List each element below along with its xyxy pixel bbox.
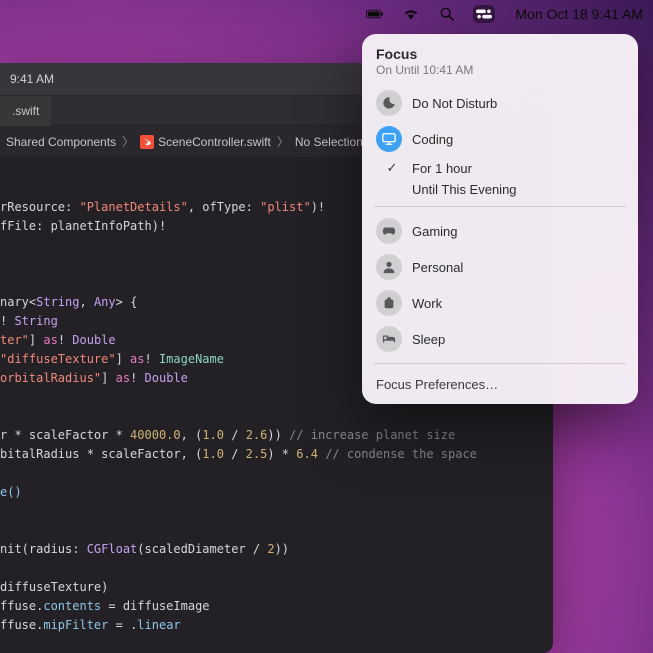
checkmark-icon: ✓ bbox=[382, 160, 402, 176]
wifi-icon[interactable] bbox=[401, 5, 421, 23]
focus-item-label: Sleep bbox=[412, 332, 445, 347]
focus-item-label: Do Not Disturb bbox=[412, 96, 497, 111]
focus-subtitle: On Until 10:41 AM bbox=[376, 63, 624, 77]
focus-duration-1hour[interactable]: ✓ For 1 hour bbox=[362, 157, 638, 179]
focus-item-label: Work bbox=[412, 296, 442, 311]
control-center-icon[interactable] bbox=[473, 5, 495, 23]
focus-item-coding[interactable]: Coding bbox=[362, 121, 638, 157]
menubar-clock[interactable]: Mon Oct 18 9:41 AM bbox=[515, 6, 643, 22]
crumb-file[interactable]: SceneController.swift bbox=[140, 135, 271, 149]
chevron-right-icon: 〉 bbox=[122, 133, 134, 150]
focus-preferences[interactable]: Focus Preferences… bbox=[362, 370, 638, 398]
person-icon bbox=[376, 254, 402, 280]
crumb-shared-components[interactable]: Shared Components bbox=[6, 135, 116, 149]
menubar: Mon Oct 18 9:41 AM bbox=[0, 0, 653, 28]
lanyard-icon bbox=[376, 290, 402, 316]
focus-item-dnd[interactable]: Do Not Disturb bbox=[362, 85, 638, 121]
focus-item-gaming[interactable]: Gaming bbox=[362, 213, 638, 249]
bed-icon bbox=[376, 326, 402, 352]
focus-item-label: Gaming bbox=[412, 224, 458, 239]
focus-item-label: Coding bbox=[412, 132, 453, 147]
crumb-selection[interactable]: No Selection bbox=[295, 135, 363, 149]
focus-item-sleep[interactable]: Sleep bbox=[362, 321, 638, 357]
focus-item-label: Personal bbox=[412, 260, 463, 275]
focus-header: Focus On Until 10:41 AM bbox=[362, 44, 638, 85]
focus-item-personal[interactable]: Personal bbox=[362, 249, 638, 285]
tab-swift[interactable]: .swift bbox=[0, 96, 51, 126]
focus-duration-label: Until This Evening bbox=[412, 182, 517, 197]
focus-item-work[interactable]: Work bbox=[362, 285, 638, 321]
swift-file-icon bbox=[140, 135, 154, 149]
gamecontroller-icon bbox=[376, 218, 402, 244]
search-icon[interactable] bbox=[437, 5, 457, 23]
focus-duration-label: For 1 hour bbox=[412, 161, 472, 176]
chevron-right-icon: 〉 bbox=[277, 133, 289, 150]
display-icon bbox=[376, 126, 402, 152]
battery-icon[interactable] bbox=[365, 5, 385, 23]
moon-icon bbox=[376, 90, 402, 116]
focus-panel: Focus On Until 10:41 AM Do Not Disturb C… bbox=[362, 34, 638, 404]
divider bbox=[374, 363, 626, 364]
focus-duration-evening[interactable]: Until This Evening bbox=[362, 179, 638, 200]
titlebar-time: 9:41 AM bbox=[10, 72, 54, 86]
divider bbox=[374, 206, 626, 207]
focus-title: Focus bbox=[376, 46, 624, 62]
